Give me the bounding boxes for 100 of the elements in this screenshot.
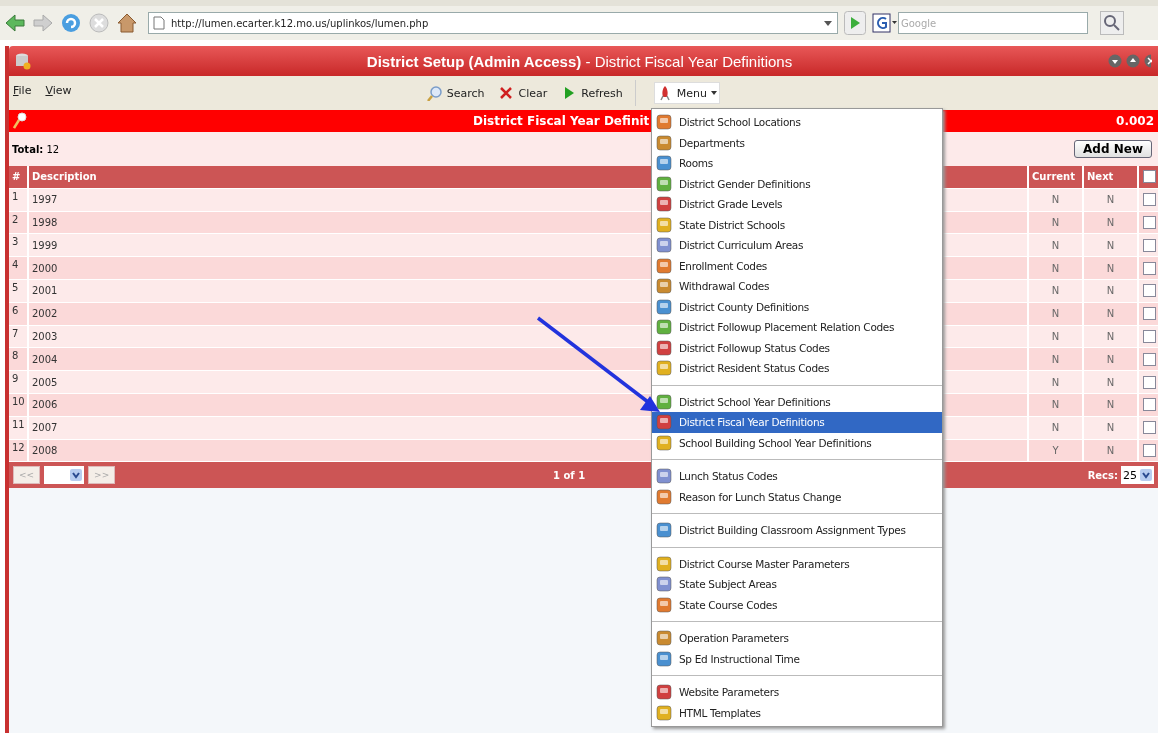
column-header[interactable]: # [9,166,29,188]
menu-item[interactable]: Enrollment Codes [652,255,942,276]
tile-icon [656,393,672,410]
row-number: 9 [9,371,29,393]
row-checkbox[interactable] [1143,329,1156,343]
stop-icon[interactable] [88,12,110,34]
menu-item[interactable]: Website Parameters [652,682,942,703]
tile-icon [656,434,672,451]
close-icon[interactable] [1144,54,1152,68]
table-cell: N [1084,257,1139,279]
menu-item[interactable]: Operation Parameters [652,628,942,649]
tile-icon [656,196,672,213]
header-title: District Fiscal Year Definit [473,114,650,128]
menu-item[interactable]: HTML Templates [652,702,942,723]
down-arrow-circle-icon[interactable] [1108,54,1122,68]
home-icon[interactable] [116,12,138,34]
tile-icon [656,278,672,295]
search-icon[interactable] [1100,11,1124,35]
page-select[interactable] [44,466,85,485]
go-icon[interactable] [844,11,866,35]
menu-item[interactable]: Departments [652,132,942,153]
reload-icon[interactable] [60,12,82,34]
menu-item[interactable]: District Fiscal Year Definitions [652,412,942,433]
table-cell: N [1084,393,1139,416]
table-cell: N [1084,371,1139,393]
row-checkbox[interactable] [1143,375,1156,389]
up-arrow-circle-icon[interactable] [1126,54,1140,68]
menu-item[interactable]: View [45,84,72,97]
menu-item[interactable]: File [13,84,32,97]
row-checkbox[interactable] [1143,398,1156,412]
toolbar-button[interactable]: Search [424,83,487,103]
menu-item[interactable]: Sp Ed Instructional Time [652,648,942,669]
search-field[interactable]: Google [898,12,1088,34]
row-checkbox[interactable] [1143,421,1156,435]
row-number: 1 [9,188,29,211]
records-select[interactable]: 25 [1121,466,1154,485]
tile-icon [656,576,672,593]
menu-item[interactable]: Reason for Lunch Status Change [652,486,942,507]
menu-item[interactable]: District Curriculum Areas [652,235,942,256]
select-all-checkbox[interactable] [1143,170,1156,184]
magnifier-icon [426,85,443,101]
add-new-button[interactable]: Add New [1074,140,1152,158]
menu-button[interactable]: Menu [653,82,720,104]
tile-icon [656,488,672,505]
column-header[interactable]: Current [1029,166,1084,188]
tile-icon [656,650,672,667]
row-number: 6 [9,302,29,325]
caret-icon [70,469,83,482]
menu-item[interactable]: Lunch Status Codes [652,466,942,487]
column-header[interactable]: Next [1084,166,1139,188]
table-cell: N [1029,257,1084,279]
row-number: 5 [9,280,29,302]
tile-icon [656,237,672,254]
row-checkbox[interactable] [1143,307,1156,321]
row-number: 4 [9,257,29,279]
tile-icon [656,319,672,336]
page-icon [153,16,165,30]
row-checkbox[interactable] [1143,193,1156,207]
table-cell: N [1084,188,1139,211]
tile-icon [656,360,672,377]
menu-item[interactable]: District Building Classroom Assignment Types [652,520,942,541]
table-cell: N [1029,280,1084,302]
menu-item[interactable]: State District Schools [652,214,942,235]
menu-item[interactable]: State Course Codes [652,594,942,615]
row-checkbox[interactable] [1143,261,1156,275]
row-checkbox[interactable] [1143,443,1156,457]
timing-text: 0.002 [1116,114,1154,128]
magnifier-icon [13,112,27,130]
google-g-icon [872,12,898,34]
table-cell: N [1029,188,1084,211]
address-field[interactable]: http://lumen.ecarter.k12.mo.us/uplinkos/lumen.php [148,12,838,34]
total-count: Total: 12 [12,143,60,155]
tile-icon [656,216,672,233]
tile-icon [656,596,672,613]
menu-item[interactable]: District Course Master Parameters [652,553,942,574]
row-number: 11 [9,416,29,439]
url-text: http://lumen.ecarter.k12.mo.us/uplinkos/lumen.php [171,17,430,29]
tile-icon [656,339,672,356]
row-checkbox[interactable] [1143,284,1156,298]
tile-icon [656,684,672,701]
tile-icon [656,630,672,647]
table-cell: N [1084,302,1139,325]
menu-item[interactable]: State Subject Areas [652,574,942,595]
table-cell: N [1029,302,1084,325]
table-cell: N [1084,280,1139,302]
row-checkbox[interactable] [1143,352,1156,366]
tile-icon [656,134,672,151]
menu-item[interactable]: District School Locations [652,112,942,133]
records-label: Recs: [1087,469,1118,481]
menu-item[interactable]: District School Year Definitions [652,391,942,412]
forward-icon[interactable] [32,12,54,34]
table-cell: N [1029,393,1084,416]
row-checkbox[interactable] [1143,238,1156,252]
row-checkbox[interactable] [1143,216,1156,229]
back-icon[interactable] [4,12,26,34]
toolbar-button[interactable]: Clear [496,83,550,103]
caret-icon [711,91,717,95]
toolbar-button[interactable]: Refresh [559,83,625,103]
caret-icon [1140,469,1152,482]
tile-icon [656,114,672,131]
